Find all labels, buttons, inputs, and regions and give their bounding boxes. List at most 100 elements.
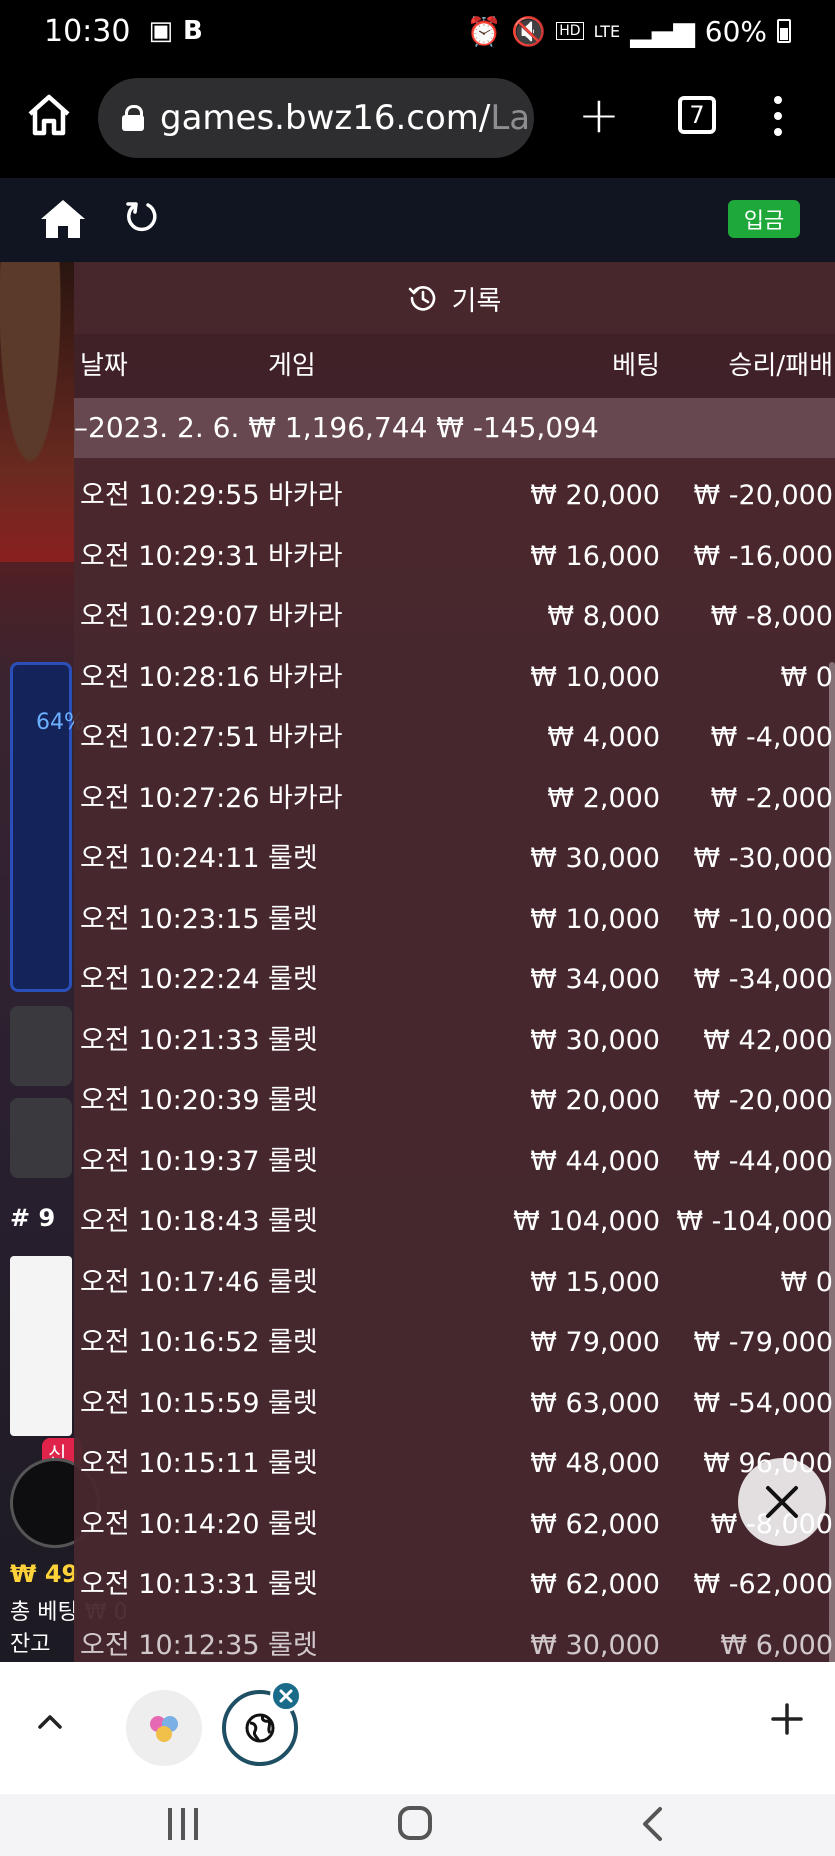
row-time: 오전 10:27:26 <box>80 782 260 814</box>
hd-voice-icon: HD <box>556 22 584 40</box>
row-bet: ₩ 62,000 <box>530 1508 660 1540</box>
row-result: ₩ -44,000 <box>693 1145 834 1177</box>
row-time: 오전 10:29:55 <box>80 480 260 511</box>
close-tab-button[interactable] <box>270 1680 302 1712</box>
money-amount: ₩ 49 <box>10 1560 79 1588</box>
row-bet: ₩ 2,000 <box>547 782 660 814</box>
row-result: ₩ -4,000 <box>710 722 833 753</box>
table-number: # 9 <box>10 1204 56 1232</box>
history-row[interactable]: 오전 10:29:07 바카라 ₩ 8,000 ₩ -8,000 <box>74 587 835 648</box>
game-button-1[interactable] <box>10 1006 72 1086</box>
row-game: 바카라 <box>268 782 343 814</box>
history-row[interactable]: 오전 10:12:35 룰렛 ₩ 30,000 ₩ 6,000 <box>74 1616 835 1663</box>
row-time: 오전 10:18:43 <box>80 1206 260 1237</box>
row-bet: ₩ 48,000 <box>530 1448 660 1479</box>
header-bet: 베팅 <box>612 351 660 381</box>
history-row[interactable]: 오전 10:27:51 바카라 ₩ 4,000 ₩ -4,000 <box>74 708 835 769</box>
header-date: 날짜 <box>80 351 128 381</box>
row-time: 오전 10:22:24 <box>80 964 260 995</box>
row-game: 바카라 <box>268 661 343 693</box>
casino-chips-icon <box>150 1716 178 1742</box>
history-row[interactable]: 오전 10:29:55 바카라 ₩ 20,000 ₩ -20,000 <box>74 466 835 527</box>
history-row[interactable]: 오전 10:29:31 바카라 ₩ 16,000 ₩ -16,000 <box>74 527 835 588</box>
back-button[interactable] <box>640 1806 664 1842</box>
history-row[interactable]: 오전 10:20:39 룰렛 ₩ 20,000 ₩ -20,000 <box>74 1071 835 1132</box>
row-result: ₩ -2,000 <box>710 782 833 814</box>
day-bet-total: ₩ 1,196,744 <box>248 411 428 444</box>
battery-percent: 60% <box>704 14 767 48</box>
history-row[interactable]: 오전 10:15:59 룰렛 ₩ 63,000 ₩ -54,000 <box>74 1374 835 1435</box>
history-row[interactable]: 오전 10:13:31 룰렛 ₩ 62,000 ₩ -62,000 <box>74 1555 835 1616</box>
row-time: 오전 10:13:31 <box>80 1569 260 1600</box>
browser-toolbar: games.bwz16.com/La + 7 <box>0 62 835 178</box>
row-bet: ₩ 16,000 <box>530 540 660 572</box>
add-tab-icon[interactable] <box>770 1702 804 1736</box>
day-summary-row[interactable]: –2023. 2. 6. ₩ 1,196,744 ₩ -145,094 <box>74 398 835 458</box>
bead-road-card[interactable] <box>10 1256 72 1436</box>
alarm-icon: ⏰ <box>466 14 502 48</box>
history-row[interactable]: 오전 10:18:43 룰렛 ₩ 104,000 ₩ -104,000 <box>74 1192 835 1253</box>
row-game: 룰렛 <box>268 1085 318 1116</box>
close-tab-icon <box>279 1689 293 1703</box>
system-home-button[interactable] <box>398 1806 432 1840</box>
address-bar[interactable]: games.bwz16.com/La <box>98 78 534 158</box>
tab-thumbnail-1[interactable] <box>126 1690 202 1766</box>
lte-icon: LTE <box>593 21 621 41</box>
close-icon <box>766 1486 798 1518</box>
history-row[interactable]: 오전 10:23:15 룰렛 ₩ 10,000 ₩ -10,000 <box>74 890 835 951</box>
new-tab-button[interactable]: + <box>578 90 620 140</box>
history-column-headers: 날짜 게임 베팅 승리/패배 <box>74 334 835 398</box>
tab-switcher-button[interactable]: 7 <box>678 96 716 134</box>
day-win-total: ₩ -145,094 <box>436 411 599 444</box>
row-game: 바카라 <box>268 601 343 632</box>
browser-menu-icon[interactable] <box>772 96 784 136</box>
row-result: ₩ 42,000 <box>703 1024 833 1056</box>
history-rows: 오전 10:29:55 바카라 ₩ 20,000 ₩ -20,000 오전 10:29… <box>74 466 835 1662</box>
history-row[interactable]: 오전 10:21:33 룰렛 ₩ 30,000 ₩ 42,000 <box>74 1011 835 1072</box>
row-bet: ₩ 30,000 <box>530 1629 660 1661</box>
chevron-up-icon[interactable] <box>36 1708 64 1736</box>
history-row[interactable]: 오전 10:14:20룰렛₩ 62,000₩ -8,000 <box>74 1495 835 1556</box>
row-time: 오전 10:12:35 <box>80 1629 260 1661</box>
balance-label: 잔고 <box>10 1632 51 1657</box>
row-time: 오전 10:24:11 <box>80 843 260 874</box>
history-row[interactable]: 오전 10:17:46 룰렛 ₩ 15,000 ₩ 0 <box>74 1253 835 1314</box>
history-row[interactable]: 오전 10:22:24 룰렛 ₩ 34,000 ₩ -34,000 <box>74 950 835 1011</box>
row-result: ₩ -62,000 <box>693 1569 834 1600</box>
row-time: 오전 10:14:20 <box>80 1508 260 1540</box>
history-row[interactable]: 오전 10:19:37 룰렛 ₩ 44,000 ₩ -44,000 <box>74 1132 835 1193</box>
history-row[interactable]: 오전 10:16:52 룰렛 ₩ 79,000 ₩ -79,000 <box>74 1313 835 1374</box>
row-result: ₩ 6,000 <box>720 1629 833 1661</box>
status-time: 10:30 <box>44 13 131 49</box>
url-text: games.bwz16.com/La <box>160 98 531 138</box>
history-row[interactable]: 오전 10:24:11 룰렛 ₩ 30,000 ₩ -30,000 <box>74 829 835 890</box>
row-bet: ₩ 4,000 <box>547 722 660 753</box>
history-scrollbar[interactable] <box>829 662 835 1662</box>
row-game: 바카라 <box>268 540 343 572</box>
lobby-home-icon[interactable] <box>40 198 86 240</box>
recents-button[interactable] <box>168 1808 198 1840</box>
row-result: ₩ -30,000 <box>693 843 834 874</box>
game-button-2[interactable] <box>10 1098 72 1178</box>
row-bet: ₩ 104,000 <box>513 1206 660 1237</box>
row-game: 룰렛 <box>268 1569 318 1600</box>
deposit-button[interactable]: 입금 <box>728 200 800 238</box>
row-result: ₩ 0 <box>780 661 833 693</box>
refresh-icon[interactable] <box>124 200 158 234</box>
row-time: 오전 10:28:16 <box>80 661 260 693</box>
history-row[interactable]: 오전 10:27:26 바카라 ₩ 2,000 ₩ -2,000 <box>74 769 835 830</box>
signal-icon: ▂▄▆ <box>630 14 695 48</box>
row-bet: ₩ 20,000 <box>530 1085 660 1116</box>
row-time: 오전 10:21:33 <box>80 1024 260 1056</box>
row-game: 바카라 <box>268 722 343 753</box>
history-row[interactable]: 오전 10:15:11룰렛₩ 48,000₩ 96,000 <box>74 1434 835 1495</box>
status-bar: 10:30 ▣ B ⏰ 🔇 HD LTE ▂▄▆ 60% <box>0 0 835 62</box>
browser-home-icon[interactable] <box>26 92 72 138</box>
row-result: ₩ -104,000 <box>676 1206 833 1237</box>
row-time: 오전 10:29:31 <box>80 540 260 572</box>
close-history-button[interactable] <box>738 1458 826 1546</box>
row-time: 오전 10:29:07 <box>80 601 260 632</box>
row-game: 바카라 <box>268 480 343 511</box>
row-game: 룰렛 <box>268 1266 318 1298</box>
history-row[interactable]: 오전 10:28:16 바카라 ₩ 10,000 ₩ 0 <box>74 648 835 709</box>
